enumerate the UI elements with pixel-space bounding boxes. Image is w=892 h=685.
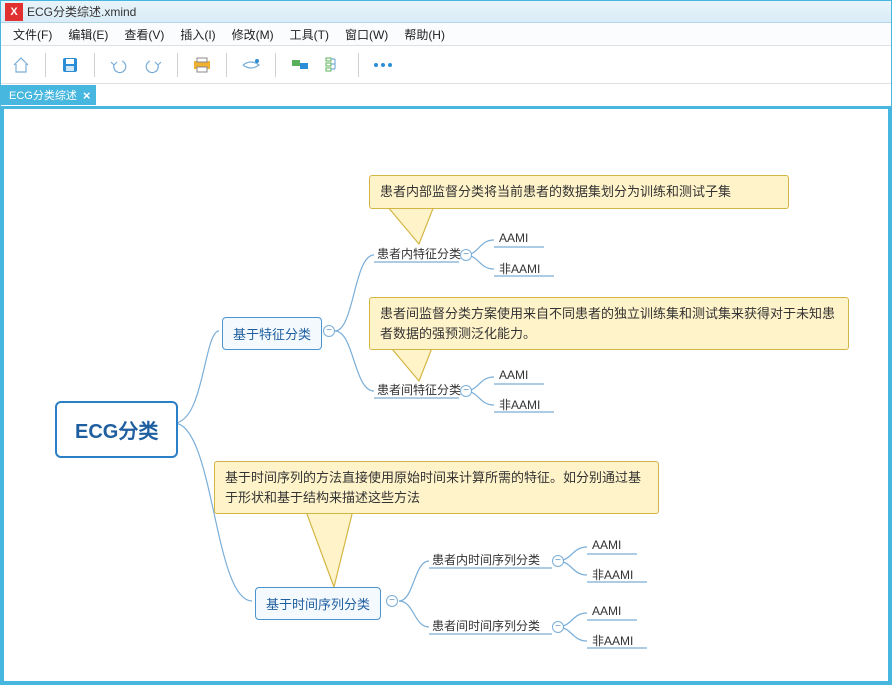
separator xyxy=(275,53,276,77)
save-button[interactable] xyxy=(56,51,84,79)
separator xyxy=(45,53,46,77)
collapse-icon[interactable]: − xyxy=(460,385,472,397)
collapse-icon[interactable]: − xyxy=(386,595,398,607)
separator xyxy=(177,53,178,77)
leaf-non-aami[interactable]: 非AAMI xyxy=(592,566,633,583)
share-button[interactable] xyxy=(237,51,265,79)
menu-modify[interactable]: 修改(M) xyxy=(224,24,282,45)
separator xyxy=(94,53,95,77)
node-timeseries-based[interactable]: 基于时间序列分类 xyxy=(255,587,381,620)
undo-button[interactable] xyxy=(105,51,133,79)
menubar: 文件(F) 编辑(E) 查看(V) 插入(I) 修改(M) 工具(T) 窗口(W… xyxy=(1,23,891,46)
node-inter-feature[interactable]: 患者间特征分类 xyxy=(377,381,461,398)
canvas[interactable]: ECG分类 基于特征分类 − 患者内特征分类 − AAMI 非AAMI 患者间特… xyxy=(1,106,891,684)
close-icon[interactable]: × xyxy=(83,88,91,103)
menu-tools[interactable]: 工具(T) xyxy=(282,24,337,45)
home-button[interactable] xyxy=(7,51,35,79)
leaf-aami[interactable]: AAMI xyxy=(592,604,621,618)
node-intra-feature[interactable]: 患者内特征分类 xyxy=(377,245,461,262)
menu-help[interactable]: 帮助(H) xyxy=(396,24,453,45)
note-inter-feature[interactable]: 患者间监督分类方案使用来自不同患者的独立训练集和测试集来获得对于未知患者数据的强… xyxy=(369,297,849,350)
node-feature-based[interactable]: 基于特征分类 xyxy=(222,317,322,350)
menu-edit[interactable]: 编辑(E) xyxy=(60,24,116,45)
print-button[interactable] xyxy=(188,51,216,79)
leaf-non-aami[interactable]: 非AAMI xyxy=(499,260,540,277)
more-button[interactable] xyxy=(369,51,397,79)
tabbar: ECG分类综述 × xyxy=(1,84,891,106)
collapse-icon[interactable]: − xyxy=(552,621,564,633)
separator xyxy=(226,53,227,77)
window-title: ECG分类综述.xmind xyxy=(27,3,136,20)
toolbar xyxy=(1,46,891,84)
separator xyxy=(358,53,359,77)
app-icon: X xyxy=(5,3,23,21)
structure-button[interactable] xyxy=(320,51,348,79)
menu-window[interactable]: 窗口(W) xyxy=(337,24,396,45)
menu-insert[interactable]: 插入(I) xyxy=(172,24,223,45)
root-node[interactable]: ECG分类 xyxy=(55,401,178,458)
theme-button[interactable] xyxy=(286,51,314,79)
tab-document[interactable]: ECG分类综述 × xyxy=(1,85,96,105)
collapse-icon[interactable]: − xyxy=(323,325,335,337)
leaf-non-aami[interactable]: 非AAMI xyxy=(592,632,633,649)
note-timeseries[interactable]: 基于时间序列的方法直接使用原始时间来计算所需的特征。如分别通过基于形状和基于结构… xyxy=(214,461,659,514)
menu-view[interactable]: 查看(V) xyxy=(116,24,172,45)
leaf-aami[interactable]: AAMI xyxy=(499,368,528,382)
node-inter-timeseries[interactable]: 患者间时间序列分类 xyxy=(432,617,540,634)
redo-button[interactable] xyxy=(139,51,167,79)
leaf-aami[interactable]: AAMI xyxy=(499,231,528,245)
tab-label: ECG分类综述 xyxy=(9,87,77,103)
leaf-aami[interactable]: AAMI xyxy=(592,538,621,552)
collapse-icon[interactable]: − xyxy=(552,555,564,567)
menu-file[interactable]: 文件(F) xyxy=(5,24,60,45)
collapse-icon[interactable]: − xyxy=(460,249,472,261)
note-intra-feature[interactable]: 患者内部监督分类将当前患者的数据集划分为训练和测试子集 xyxy=(369,175,789,209)
leaf-non-aami[interactable]: 非AAMI xyxy=(499,396,540,413)
node-intra-timeseries[interactable]: 患者内时间序列分类 xyxy=(432,551,540,568)
titlebar: X ECG分类综述.xmind xyxy=(1,1,891,23)
